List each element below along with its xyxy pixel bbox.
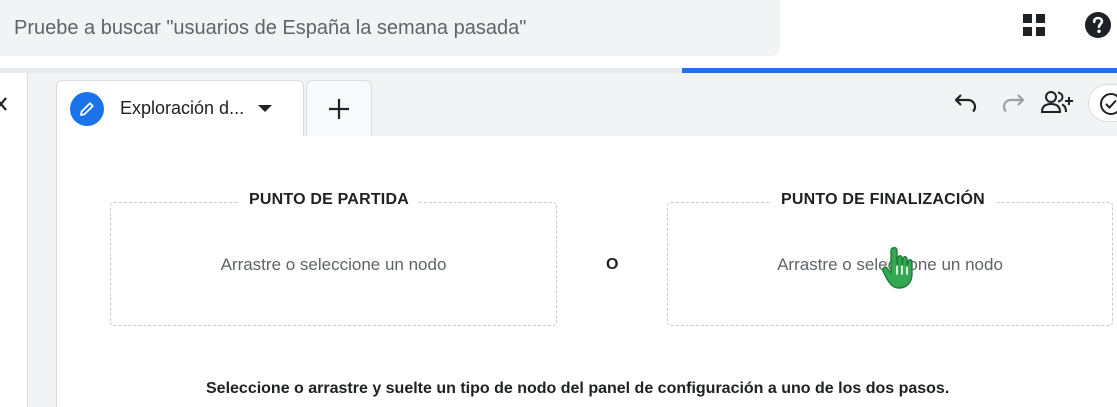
help-circle-icon[interactable] [1084, 11, 1112, 39]
undo-icon[interactable] [952, 88, 980, 116]
tab-exploration[interactable]: Exploración d... [56, 80, 304, 136]
tab-label: Exploración d... [120, 98, 245, 118]
chevron-down-icon[interactable] [258, 105, 273, 112]
instructions-text: Seleccione o arrastre y suelte un tipo d… [206, 380, 950, 397]
tab-bar: Exploración d... [56, 80, 372, 136]
close-panel-icon[interactable] [0, 96, 10, 112]
end-node-title: PUNTO DE FINALIZACIÓN [771, 191, 995, 209]
start-node-hint: Arrastre o seleccione un nodo [220, 255, 447, 274]
or-label: O [606, 256, 619, 273]
left-panel [0, 73, 28, 407]
search-input[interactable] [14, 16, 754, 40]
end-node-hint: Arrastre o seleccione un nodo [777, 255, 1003, 274]
add-icon [329, 98, 349, 119]
check-circle-icon [1100, 93, 1117, 115]
redo-icon[interactable] [999, 88, 1027, 116]
start-node-title: PUNTO DE PARTIDA [239, 191, 419, 209]
top-bar [0, 0, 1117, 68]
share-user-icon[interactable] [1040, 88, 1074, 116]
apps-grid-icon[interactable] [1021, 12, 1047, 38]
add-tab-button[interactable] [306, 80, 372, 136]
pencil-icon[interactable] [70, 91, 104, 126]
search-bar[interactable] [0, 0, 780, 56]
